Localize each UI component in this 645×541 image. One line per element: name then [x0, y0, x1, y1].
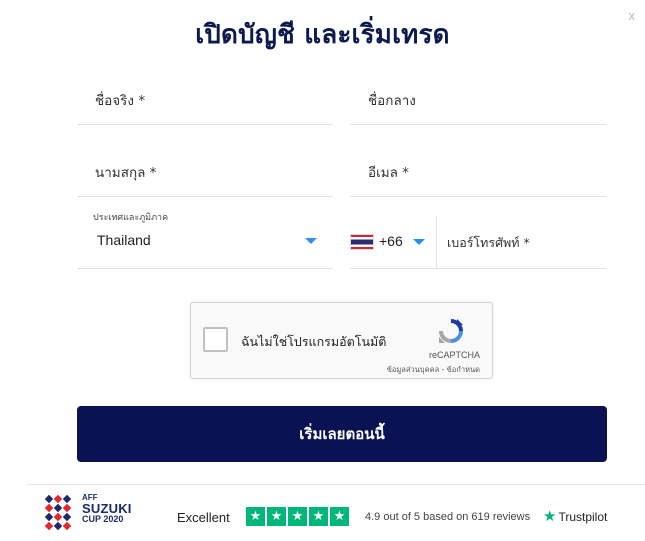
middle-name-placeholder: ชื่อกลาง	[368, 93, 416, 109]
trustpilot-stars[interactable]: ★ ★ ★ ★ ★	[246, 507, 349, 526]
trustpilot-rating: 4.9 out of 5 based on 619 reviews	[365, 511, 531, 523]
recaptcha-widget: ฉันไม่ใช่โปรแกรมอัตโนมัติ reCAPTCHA ข้อม…	[190, 302, 493, 379]
country-label: ประเทศและภูมิภาค	[93, 213, 169, 223]
recaptcha-brand: reCAPTCHA	[428, 350, 480, 360]
country-select[interactable]: ประเทศและภูมิภาค Thailand	[77, 208, 333, 269]
start-now-button[interactable]: เริ่มเลยตอนนี้	[77, 406, 607, 462]
chevron-down-icon	[305, 238, 317, 244]
recaptcha-links[interactable]: ข้อมูลส่วนบุคคล - ข้อกำหนด	[387, 364, 480, 376]
thailand-flag-icon	[350, 234, 374, 250]
page-title: เปิดบัญชี และเริ่มเทรด	[195, 20, 450, 50]
first-name-field[interactable]: ชื่อจริง *	[77, 70, 333, 125]
recaptcha-logo-icon	[439, 319, 463, 343]
star-icon: ★	[309, 507, 328, 526]
trustpilot-brand-text: Trustpilot	[558, 509, 608, 524]
dial-code[interactable]: +66	[379, 233, 403, 249]
phone-placeholder[interactable]: เบอร์โทรศัพท์ *	[447, 233, 530, 253]
star-icon: ★	[267, 507, 286, 526]
aff-logo-text: AFF SUZUKI CUP 2020	[82, 494, 132, 524]
star-icon: ★	[330, 507, 349, 526]
trustpilot-logo[interactable]: ★ Trustpilot	[543, 509, 607, 524]
first-name-placeholder: ชื่อจริง *	[95, 93, 146, 109]
divider	[436, 216, 437, 268]
star-icon: ★	[246, 507, 265, 526]
chevron-down-icon[interactable]	[413, 239, 425, 245]
recaptcha-checkbox[interactable]	[203, 327, 228, 352]
footer-divider	[27, 484, 645, 485]
phone-group: +66 เบอร์โทรศัพท์ *	[350, 214, 606, 269]
recaptcha-label: ฉันไม่ใช่โปรแกรมอัตโนมัติ	[241, 334, 387, 349]
cup-text: CUP 2020	[82, 514, 124, 524]
last-name-field[interactable]: นามสกุล *	[77, 142, 333, 197]
middle-name-field[interactable]: ชื่อกลาง	[350, 70, 606, 125]
last-name-placeholder: นามสกุล *	[95, 165, 157, 181]
email-placeholder: อีเมล *	[368, 165, 409, 181]
country-value: Thailand	[97, 232, 151, 248]
trustpilot-star-icon: ★	[543, 508, 557, 525]
email-field[interactable]: อีเมล *	[350, 142, 606, 197]
star-icon: ★	[288, 507, 307, 526]
trustpilot-excellent: Excellent	[177, 510, 230, 525]
